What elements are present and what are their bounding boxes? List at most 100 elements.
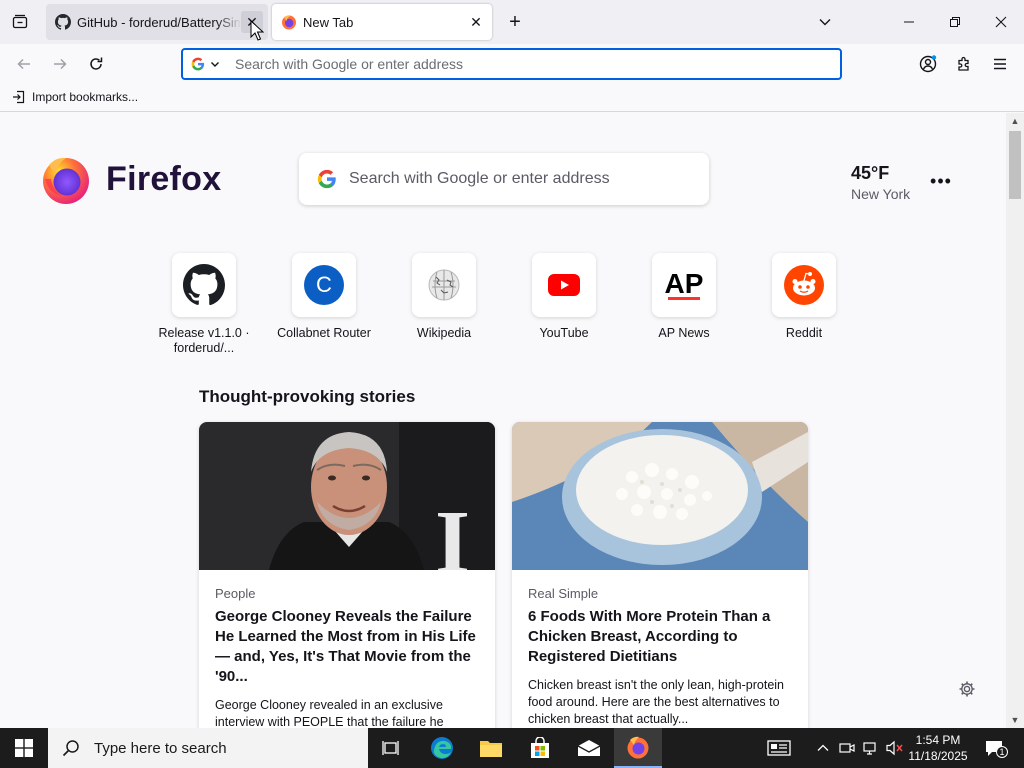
new-tab-button[interactable]: + (502, 9, 528, 35)
reload-button[interactable] (82, 50, 110, 78)
tray-volume[interactable] (885, 738, 905, 758)
tray-meet-now[interactable] (837, 738, 857, 758)
tray-network[interactable] (861, 738, 881, 758)
network-icon (863, 742, 876, 755)
firefox-icon (627, 736, 649, 759)
firefox-brand: Firefox (40, 153, 221, 205)
shortcut-icon-box (172, 253, 236, 317)
firefox-view-button[interactable] (6, 8, 34, 36)
task-view-button[interactable] (368, 728, 416, 768)
taskbar-search-placeholder: Type here to search (94, 739, 227, 757)
mouse-cursor-icon (250, 20, 264, 41)
back-button[interactable] (10, 50, 38, 78)
search-engine-selector[interactable] (191, 57, 231, 71)
start-button[interactable] (0, 728, 48, 768)
taskbar-edge[interactable] (418, 728, 466, 768)
task-view-icon (382, 741, 399, 755)
folder-icon (480, 741, 502, 757)
story-excerpt: Chicken breast isn't the only lean, high… (528, 678, 785, 726)
youtube-icon (548, 274, 580, 296)
taskbar-file-explorer[interactable] (467, 728, 515, 768)
minimize-button[interactable] (886, 0, 932, 44)
search-icon (62, 740, 79, 757)
close-window-button[interactable] (978, 0, 1024, 44)
svg-text:C: C (316, 272, 332, 297)
bookmarks-toolbar: Import bookmarks... (0, 84, 1024, 112)
svg-text:AP: AP (665, 268, 704, 299)
account-icon (919, 55, 937, 73)
shortcut-tile[interactable]: C Collabnet Router (264, 253, 384, 341)
maximize-button[interactable] (932, 0, 978, 44)
forward-button[interactable] (46, 50, 74, 78)
plus-icon: + (509, 10, 521, 33)
close-tab-button[interactable]: ✕ (465, 11, 487, 33)
ap-news-icon: AP (665, 268, 704, 300)
page-scrollbar[interactable]: ▲ ▼ (1006, 113, 1024, 728)
scroll-thumb[interactable] (1009, 131, 1021, 199)
tab-github[interactable]: GitHub - forderud/BatterySim ✕ (46, 4, 268, 40)
story-card[interactable]: Real Simple 6 Foods With More Protein Th… (512, 422, 808, 728)
shortcut-icon-box: AP (652, 253, 716, 317)
address-bar[interactable] (181, 48, 842, 80)
github-icon (55, 14, 71, 30)
taskbar-search-box[interactable]: Type here to search (48, 728, 368, 768)
svg-text:I: I (435, 493, 470, 570)
list-all-tabs-button[interactable] (812, 9, 838, 35)
tab-title: New Tab (303, 14, 354, 30)
taskbar-clock[interactable]: 1:54 PM 11/18/2025 (906, 732, 970, 764)
newtab-search-box[interactable] (299, 153, 709, 205)
story-image (512, 422, 808, 570)
chevron-up-icon: ▲ (1010, 116, 1020, 126)
clock-time: 1:54 PM (915, 733, 961, 747)
shortcut-tile[interactable]: Release v1.1.0 · forderud/... (144, 253, 264, 356)
chevron-up-icon (817, 744, 829, 751)
windows-logo-icon (15, 739, 33, 757)
weather-menu-button[interactable]: ••• (926, 171, 956, 191)
news-widget-button[interactable] (766, 738, 792, 758)
taskbar-firefox[interactable] (614, 728, 662, 768)
collabnet-c-icon: C (304, 265, 344, 305)
account-button[interactable] (914, 50, 942, 78)
action-center-button[interactable]: 1 (982, 736, 1008, 760)
new-tab-page: Firefox 45°F New York ••• Release v1.1.0… (0, 113, 1006, 728)
tab-new-tab[interactable]: New Tab ✕ (272, 4, 492, 40)
edge-icon (431, 737, 453, 759)
navigation-toolbar (0, 44, 1024, 84)
chevron-down-icon: ▼ (1010, 715, 1020, 725)
story-headline: George Clooney Reveals the Failure He Le… (215, 608, 476, 685)
shortcut-tile[interactable]: Reddit (744, 253, 864, 341)
shortcut-label: Release v1.1.0 · forderud/... (158, 326, 250, 355)
show-hidden-icons-button[interactable] (813, 738, 833, 758)
github-icon (183, 264, 225, 306)
story-card[interactable]: I People George Clooney Reveals the Fail… (199, 422, 495, 728)
taskbar-mail[interactable] (565, 728, 613, 768)
reload-icon (90, 57, 103, 70)
story-source: People (215, 586, 256, 601)
personalize-button[interactable] (956, 678, 978, 700)
minimize-icon (904, 21, 914, 23)
app-menu-button[interactable] (986, 50, 1014, 78)
forward-arrow-icon (54, 58, 67, 70)
url-input[interactable] (231, 51, 840, 77)
google-icon (191, 57, 205, 71)
newtab-search-input[interactable] (349, 170, 709, 188)
windows-taskbar: Type here to search 1:54 PM 11/18/2025 1 (0, 728, 1024, 768)
clock-date: 11/18/2025 (908, 749, 968, 763)
story-photo-portrait: I (199, 422, 495, 570)
story-excerpt: George Clooney revealed in an exclusive … (215, 698, 444, 728)
shortcut-tile[interactable]: YouTube (504, 253, 624, 341)
extensions-button[interactable] (950, 50, 978, 78)
shortcut-tile[interactable]: AP AP News (624, 253, 744, 341)
story-headline: 6 Foods With More Protein Than a Chicken… (528, 608, 771, 665)
shortcut-icon-box (532, 253, 596, 317)
weather-widget[interactable]: 45°F New York (851, 163, 910, 202)
shortcut-label: AP News (658, 326, 710, 340)
taskbar-microsoft-store[interactable] (516, 728, 564, 768)
firefox-wordmark: Firefox (106, 159, 222, 198)
scroll-up-button[interactable]: ▲ (1006, 113, 1024, 129)
import-bookmarks-button[interactable]: Import bookmarks... (12, 90, 138, 104)
more-options-icon: ••• (930, 170, 952, 191)
tab-title: GitHub - forderud/BatterySim (77, 14, 241, 30)
shortcut-tile[interactable]: Wikipedia (384, 253, 504, 341)
scroll-down-button[interactable]: ▼ (1006, 712, 1024, 728)
